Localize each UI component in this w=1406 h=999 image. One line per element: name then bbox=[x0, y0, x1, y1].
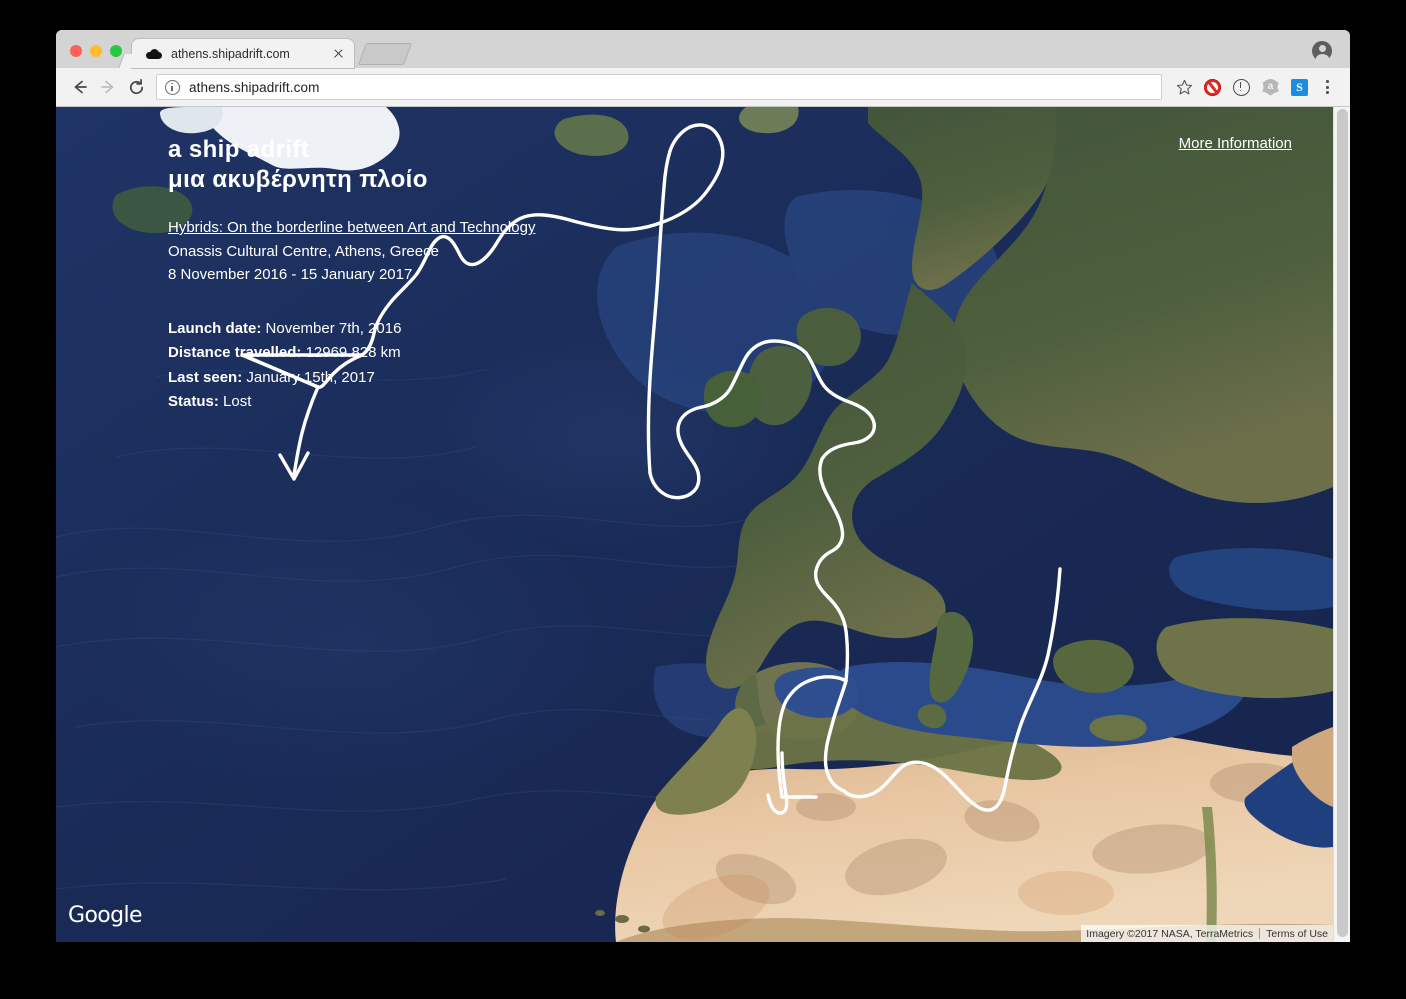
three-dot-menu-icon[interactable] bbox=[1316, 74, 1338, 100]
imagery-credit: Imagery ©2017 NASA, TerraMetrics bbox=[1086, 928, 1253, 940]
exhibition-dates: 8 November 2016 - 15 January 2017 bbox=[168, 263, 728, 287]
back-button[interactable] bbox=[66, 73, 94, 101]
stat-last-seen-value: January 15th, 2017 bbox=[246, 369, 374, 386]
terms-of-use-link[interactable]: Terms of Use bbox=[1266, 928, 1328, 940]
stat-status: Status: Lost bbox=[168, 390, 728, 414]
info-overlay: a ship adrift μια ακυβέρνητη πλοίο Hybri… bbox=[168, 135, 728, 414]
star-icon bbox=[1176, 79, 1193, 96]
browser-window: athens.shipadrift.com bbox=[56, 30, 1350, 942]
bookmark-button[interactable] bbox=[1170, 74, 1198, 100]
vertical-scrollbar[interactable] bbox=[1333, 107, 1350, 942]
exhibition-block: Hybrids: On the borderline between Art a… bbox=[168, 216, 728, 287]
url-text: athens.shipadrift.com bbox=[189, 80, 319, 95]
stat-launch-date-label: Launch date: bbox=[168, 320, 261, 337]
extension-icons: a S bbox=[1198, 73, 1314, 101]
profile-avatar-icon[interactable] bbox=[1312, 41, 1332, 61]
avast-extension-icon[interactable]: a bbox=[1256, 73, 1285, 101]
stat-distance: Distance travelled: 12969.828 km bbox=[168, 341, 728, 365]
exhibition-venue: Onassis Cultural Centre, Athens, Greece bbox=[168, 240, 728, 264]
forward-arrow-icon bbox=[99, 78, 117, 96]
ship-stats: Launch date: November 7th, 2016 Distance… bbox=[168, 317, 728, 414]
page-title-gr: μια ακυβέρνητη πλοίο bbox=[168, 165, 728, 195]
reload-button[interactable] bbox=[122, 73, 150, 101]
new-tab-button[interactable] bbox=[358, 43, 412, 65]
skype-extension-icon[interactable]: S bbox=[1285, 73, 1314, 101]
reload-icon bbox=[127, 78, 146, 97]
address-bar[interactable]: athens.shipadrift.com bbox=[156, 74, 1162, 100]
adblock-extension-icon[interactable] bbox=[1198, 73, 1227, 101]
google-logo: Google bbox=[68, 903, 142, 928]
attribution-divider bbox=[1259, 928, 1260, 939]
page-title-en: a ship adrift bbox=[168, 135, 728, 165]
tab-title: athens.shipadrift.com bbox=[171, 47, 324, 61]
browser-toolbar: athens.shipadrift.com a S bbox=[56, 68, 1350, 107]
minimize-window-button[interactable] bbox=[90, 45, 102, 57]
stat-last-seen-label: Last seen: bbox=[168, 369, 242, 386]
stat-launch-date-value: November 7th, 2016 bbox=[266, 320, 402, 337]
skype-icon-label: S bbox=[1291, 79, 1308, 96]
cloud-icon bbox=[146, 48, 162, 60]
browser-tab[interactable]: athens.shipadrift.com bbox=[132, 39, 354, 68]
forward-button[interactable] bbox=[94, 73, 122, 101]
crete bbox=[1089, 715, 1146, 742]
back-arrow-icon bbox=[71, 78, 89, 96]
tab-strip: athens.shipadrift.com bbox=[56, 30, 1350, 68]
stat-distance-value: 12969.828 km bbox=[306, 344, 401, 361]
more-information-link[interactable]: More Information bbox=[1179, 135, 1292, 152]
map-attribution: Imagery ©2017 NASA, TerraMetrics Terms o… bbox=[1081, 925, 1333, 942]
page-content: a ship adrift μια ακυβέρνητη πλοίο Hybri… bbox=[56, 107, 1350, 942]
alert-extension-icon[interactable] bbox=[1227, 73, 1256, 101]
stat-status-label: Status: bbox=[168, 393, 219, 410]
stat-last-seen: Last seen: January 15th, 2017 bbox=[168, 366, 728, 390]
exhibition-link[interactable]: Hybrids: On the borderline between Art a… bbox=[168, 216, 535, 240]
scrollbar-thumb[interactable] bbox=[1337, 109, 1348, 937]
maximize-window-button[interactable] bbox=[110, 45, 122, 57]
close-window-button[interactable] bbox=[70, 45, 82, 57]
close-icon[interactable] bbox=[330, 46, 346, 62]
stat-distance-label: Distance travelled: bbox=[168, 344, 301, 361]
avast-icon-label: a bbox=[1268, 82, 1274, 92]
info-circle-icon[interactable] bbox=[165, 80, 180, 95]
stat-launch-date: Launch date: November 7th, 2016 bbox=[168, 317, 728, 341]
stat-status-value: Lost bbox=[223, 393, 251, 410]
